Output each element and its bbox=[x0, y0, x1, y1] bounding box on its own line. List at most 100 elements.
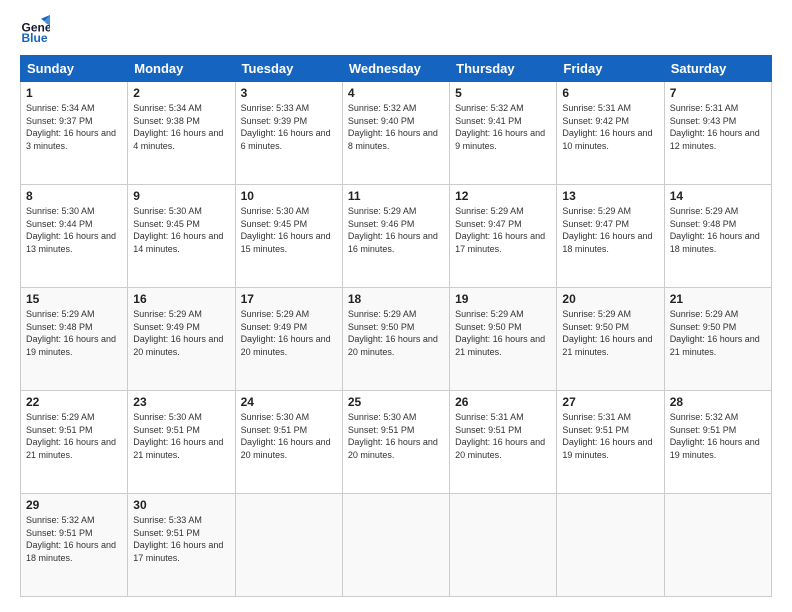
day-number: 27 bbox=[562, 395, 658, 409]
calendar-cell bbox=[342, 494, 449, 597]
day-detail: Sunrise: 5:34 AMSunset: 9:38 PMDaylight:… bbox=[133, 103, 223, 151]
calendar-cell: 23 Sunrise: 5:30 AMSunset: 9:51 PMDaylig… bbox=[128, 391, 235, 494]
day-number: 20 bbox=[562, 292, 658, 306]
day-number: 13 bbox=[562, 189, 658, 203]
day-number: 16 bbox=[133, 292, 229, 306]
calendar-cell: 4 Sunrise: 5:32 AMSunset: 9:40 PMDayligh… bbox=[342, 82, 449, 185]
day-number: 2 bbox=[133, 86, 229, 100]
calendar-cell: 10 Sunrise: 5:30 AMSunset: 9:45 PMDaylig… bbox=[235, 185, 342, 288]
day-number: 21 bbox=[670, 292, 766, 306]
header-friday: Friday bbox=[557, 56, 664, 82]
calendar-cell: 1 Sunrise: 5:34 AMSunset: 9:37 PMDayligh… bbox=[21, 82, 128, 185]
calendar-cell: 30 Sunrise: 5:33 AMSunset: 9:51 PMDaylig… bbox=[128, 494, 235, 597]
day-number: 19 bbox=[455, 292, 551, 306]
calendar-cell bbox=[235, 494, 342, 597]
day-number: 8 bbox=[26, 189, 122, 203]
header-monday: Monday bbox=[128, 56, 235, 82]
calendar-cell bbox=[450, 494, 557, 597]
day-number: 29 bbox=[26, 498, 122, 512]
day-number: 3 bbox=[241, 86, 337, 100]
calendar-cell: 25 Sunrise: 5:30 AMSunset: 9:51 PMDaylig… bbox=[342, 391, 449, 494]
calendar-cell: 14 Sunrise: 5:29 AMSunset: 9:48 PMDaylig… bbox=[664, 185, 771, 288]
day-number: 28 bbox=[670, 395, 766, 409]
calendar-cell: 24 Sunrise: 5:30 AMSunset: 9:51 PMDaylig… bbox=[235, 391, 342, 494]
day-number: 9 bbox=[133, 189, 229, 203]
calendar-cell: 2 Sunrise: 5:34 AMSunset: 9:38 PMDayligh… bbox=[128, 82, 235, 185]
day-detail: Sunrise: 5:31 AMSunset: 9:43 PMDaylight:… bbox=[670, 103, 760, 151]
day-number: 23 bbox=[133, 395, 229, 409]
day-detail: Sunrise: 5:32 AMSunset: 9:51 PMDaylight:… bbox=[670, 412, 760, 460]
day-detail: Sunrise: 5:29 AMSunset: 9:49 PMDaylight:… bbox=[133, 309, 223, 357]
header-saturday: Saturday bbox=[664, 56, 771, 82]
day-detail: Sunrise: 5:29 AMSunset: 9:50 PMDaylight:… bbox=[455, 309, 545, 357]
logo: General Blue bbox=[20, 15, 54, 45]
day-detail: Sunrise: 5:29 AMSunset: 9:50 PMDaylight:… bbox=[348, 309, 438, 357]
day-detail: Sunrise: 5:29 AMSunset: 9:48 PMDaylight:… bbox=[670, 206, 760, 254]
calendar-cell bbox=[664, 494, 771, 597]
day-number: 18 bbox=[348, 292, 444, 306]
calendar-cell: 16 Sunrise: 5:29 AMSunset: 9:49 PMDaylig… bbox=[128, 288, 235, 391]
calendar-cell: 29 Sunrise: 5:32 AMSunset: 9:51 PMDaylig… bbox=[21, 494, 128, 597]
calendar-cell: 8 Sunrise: 5:30 AMSunset: 9:44 PMDayligh… bbox=[21, 185, 128, 288]
day-detail: Sunrise: 5:31 AMSunset: 9:51 PMDaylight:… bbox=[562, 412, 652, 460]
day-number: 17 bbox=[241, 292, 337, 306]
day-number: 30 bbox=[133, 498, 229, 512]
calendar-cell: 21 Sunrise: 5:29 AMSunset: 9:50 PMDaylig… bbox=[664, 288, 771, 391]
calendar-cell: 15 Sunrise: 5:29 AMSunset: 9:48 PMDaylig… bbox=[21, 288, 128, 391]
day-detail: Sunrise: 5:30 AMSunset: 9:44 PMDaylight:… bbox=[26, 206, 116, 254]
day-detail: Sunrise: 5:30 AMSunset: 9:51 PMDaylight:… bbox=[133, 412, 223, 460]
calendar-cell: 19 Sunrise: 5:29 AMSunset: 9:50 PMDaylig… bbox=[450, 288, 557, 391]
day-detail: Sunrise: 5:32 AMSunset: 9:41 PMDaylight:… bbox=[455, 103, 545, 151]
calendar-cell: 5 Sunrise: 5:32 AMSunset: 9:41 PMDayligh… bbox=[450, 82, 557, 185]
day-number: 7 bbox=[670, 86, 766, 100]
day-number: 4 bbox=[348, 86, 444, 100]
day-number: 6 bbox=[562, 86, 658, 100]
day-detail: Sunrise: 5:30 AMSunset: 9:45 PMDaylight:… bbox=[241, 206, 331, 254]
day-detail: Sunrise: 5:29 AMSunset: 9:50 PMDaylight:… bbox=[670, 309, 760, 357]
day-number: 14 bbox=[670, 189, 766, 203]
header-wednesday: Wednesday bbox=[342, 56, 449, 82]
svg-text:Blue: Blue bbox=[22, 31, 48, 45]
day-detail: Sunrise: 5:34 AMSunset: 9:37 PMDaylight:… bbox=[26, 103, 116, 151]
day-detail: Sunrise: 5:29 AMSunset: 9:51 PMDaylight:… bbox=[26, 412, 116, 460]
calendar-cell: 27 Sunrise: 5:31 AMSunset: 9:51 PMDaylig… bbox=[557, 391, 664, 494]
day-detail: Sunrise: 5:29 AMSunset: 9:49 PMDaylight:… bbox=[241, 309, 331, 357]
day-number: 15 bbox=[26, 292, 122, 306]
calendar-cell: 6 Sunrise: 5:31 AMSunset: 9:42 PMDayligh… bbox=[557, 82, 664, 185]
calendar-cell bbox=[557, 494, 664, 597]
calendar-cell: 13 Sunrise: 5:29 AMSunset: 9:47 PMDaylig… bbox=[557, 185, 664, 288]
day-number: 1 bbox=[26, 86, 122, 100]
header-sunday: Sunday bbox=[21, 56, 128, 82]
calendar-cell: 12 Sunrise: 5:29 AMSunset: 9:47 PMDaylig… bbox=[450, 185, 557, 288]
calendar-cell: 7 Sunrise: 5:31 AMSunset: 9:43 PMDayligh… bbox=[664, 82, 771, 185]
day-detail: Sunrise: 5:32 AMSunset: 9:51 PMDaylight:… bbox=[26, 515, 116, 563]
day-detail: Sunrise: 5:30 AMSunset: 9:45 PMDaylight:… bbox=[133, 206, 223, 254]
day-detail: Sunrise: 5:30 AMSunset: 9:51 PMDaylight:… bbox=[348, 412, 438, 460]
calendar-cell: 3 Sunrise: 5:33 AMSunset: 9:39 PMDayligh… bbox=[235, 82, 342, 185]
header-thursday: Thursday bbox=[450, 56, 557, 82]
calendar-cell: 11 Sunrise: 5:29 AMSunset: 9:46 PMDaylig… bbox=[342, 185, 449, 288]
calendar-cell: 17 Sunrise: 5:29 AMSunset: 9:49 PMDaylig… bbox=[235, 288, 342, 391]
day-detail: Sunrise: 5:29 AMSunset: 9:50 PMDaylight:… bbox=[562, 309, 652, 357]
calendar-cell: 26 Sunrise: 5:31 AMSunset: 9:51 PMDaylig… bbox=[450, 391, 557, 494]
calendar-cell: 28 Sunrise: 5:32 AMSunset: 9:51 PMDaylig… bbox=[664, 391, 771, 494]
day-number: 12 bbox=[455, 189, 551, 203]
day-number: 26 bbox=[455, 395, 551, 409]
day-number: 25 bbox=[348, 395, 444, 409]
calendar-cell: 9 Sunrise: 5:30 AMSunset: 9:45 PMDayligh… bbox=[128, 185, 235, 288]
day-detail: Sunrise: 5:29 AMSunset: 9:47 PMDaylight:… bbox=[455, 206, 545, 254]
day-detail: Sunrise: 5:33 AMSunset: 9:51 PMDaylight:… bbox=[133, 515, 223, 563]
calendar-cell: 22 Sunrise: 5:29 AMSunset: 9:51 PMDaylig… bbox=[21, 391, 128, 494]
day-detail: Sunrise: 5:31 AMSunset: 9:42 PMDaylight:… bbox=[562, 103, 652, 151]
day-detail: Sunrise: 5:33 AMSunset: 9:39 PMDaylight:… bbox=[241, 103, 331, 151]
day-detail: Sunrise: 5:29 AMSunset: 9:46 PMDaylight:… bbox=[348, 206, 438, 254]
calendar-cell: 18 Sunrise: 5:29 AMSunset: 9:50 PMDaylig… bbox=[342, 288, 449, 391]
calendar-table: Sunday Monday Tuesday Wednesday Thursday… bbox=[20, 55, 772, 597]
day-detail: Sunrise: 5:29 AMSunset: 9:47 PMDaylight:… bbox=[562, 206, 652, 254]
header-tuesday: Tuesday bbox=[235, 56, 342, 82]
day-detail: Sunrise: 5:32 AMSunset: 9:40 PMDaylight:… bbox=[348, 103, 438, 151]
day-number: 5 bbox=[455, 86, 551, 100]
day-detail: Sunrise: 5:30 AMSunset: 9:51 PMDaylight:… bbox=[241, 412, 331, 460]
calendar-cell: 20 Sunrise: 5:29 AMSunset: 9:50 PMDaylig… bbox=[557, 288, 664, 391]
general-blue-icon: General Blue bbox=[20, 15, 50, 45]
